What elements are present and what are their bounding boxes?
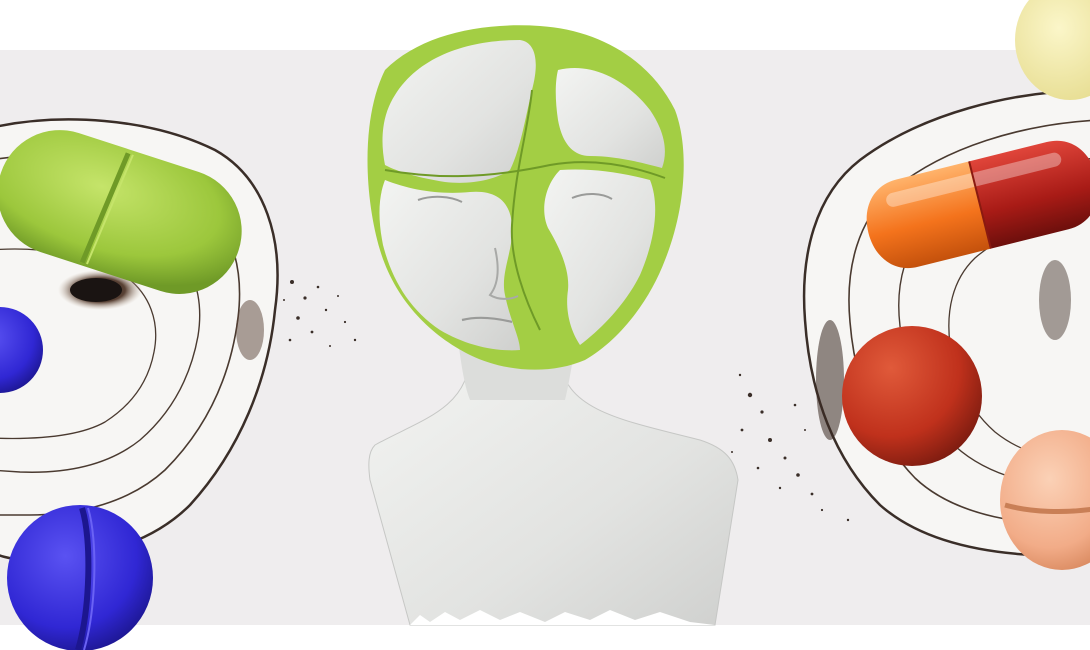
collage-artwork [0,0,1090,650]
plaster-bust [367,25,739,626]
blue-pill-bottom [7,505,153,650]
collage-canvas [0,0,1090,650]
red-tablet [842,326,982,466]
yellow-pill [1015,0,1090,100]
burn-specks-left [283,280,357,347]
